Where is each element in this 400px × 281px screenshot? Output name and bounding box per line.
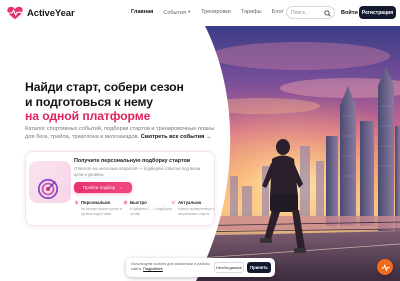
hero-title-line-2: и подготовься к нему — [25, 94, 153, 109]
search-icon[interactable] — [324, 9, 331, 17]
nav-item-pricing[interactable]: Тарифы — [241, 9, 262, 16]
header: ActiveYear Главная События▼ Тренировки Т… — [0, 0, 400, 26]
card-title: Получите персональную подборку стартов — [74, 158, 191, 164]
cookie-necessary-button[interactable]: Необходимые — [214, 262, 244, 273]
user-icon — [74, 200, 79, 205]
nav-item-events[interactable]: События▼ — [163, 9, 191, 16]
cookie-details-link[interactable]: Подробнее — [143, 267, 163, 271]
nav-item-home[interactable]: Главная — [131, 9, 153, 16]
hero-title: Найди старт, собери сезон и подготовься … — [25, 80, 225, 124]
logo-text: ActiveYear — [27, 7, 75, 19]
search-box — [286, 6, 335, 19]
hero-subtitle: Каталог спортивных событий, подборки ста… — [25, 125, 225, 141]
logo[interactable]: ActiveYear — [6, 6, 75, 20]
start-selection-label: Пройти подбор — [82, 185, 116, 190]
personal-selection-card: Получите персональную подборку стартов О… — [25, 151, 215, 226]
feature-fast-title: Быстро — [130, 200, 147, 205]
hero-title-line-1: Найди старт, собери сезон — [25, 80, 184, 94]
feature-fast-text: в среднем 1 – 2 подборки готово — [130, 207, 172, 216]
feature-actual-title: Актуально — [178, 200, 202, 205]
cookie-accept-button[interactable]: Принять — [247, 262, 271, 273]
all-events-link[interactable]: Смотреть все события → — [141, 134, 212, 140]
arrow-right-icon: → — [118, 184, 124, 191]
feature-personal-title: Персонально — [81, 200, 111, 205]
heart-pulse-icon — [7, 6, 23, 20]
nav-item-trainings[interactable]: Тренировки — [201, 9, 231, 16]
nav-item-blog[interactable]: Блог — [272, 9, 284, 16]
start-selection-button[interactable]: Пройти подбор → — [74, 182, 132, 193]
feature-personal-text: на основе ваших целей и уровня подготовк… — [81, 207, 123, 216]
feature-personal: Персонально на основе ваших целей и уров… — [74, 200, 124, 217]
cookie-banner: Используем cookies для аналитики и работ… — [126, 258, 275, 277]
cookie-text: Используем cookies для аналитики и работ… — [131, 262, 211, 272]
check-icon — [171, 200, 176, 205]
hero-title-accent: на одной платформе — [25, 109, 151, 123]
feature-fast: Быстро в среднем 1 – 2 подборки готово — [123, 200, 173, 217]
chevron-down-icon: ▼ — [187, 9, 192, 14]
feature-actual-text: только проверенные и актуальные старты — [178, 207, 215, 216]
feature-actual: Актуально только проверенные и актуальны… — [171, 200, 221, 217]
clock-icon — [123, 200, 128, 205]
search-input[interactable] — [291, 9, 323, 16]
register-button[interactable]: Регистрация — [359, 6, 396, 19]
card-description: Ответьте на несколько вопросов — подберё… — [74, 166, 201, 177]
floating-action-button[interactable] — [377, 259, 393, 275]
main-nav: Главная События▼ Тренировки Тарифы Блог — [131, 9, 294, 16]
target-icon — [37, 178, 59, 200]
nav-item-events-label: События — [163, 10, 187, 16]
login-link[interactable]: Войти — [341, 10, 358, 16]
pulse-icon — [380, 263, 390, 272]
